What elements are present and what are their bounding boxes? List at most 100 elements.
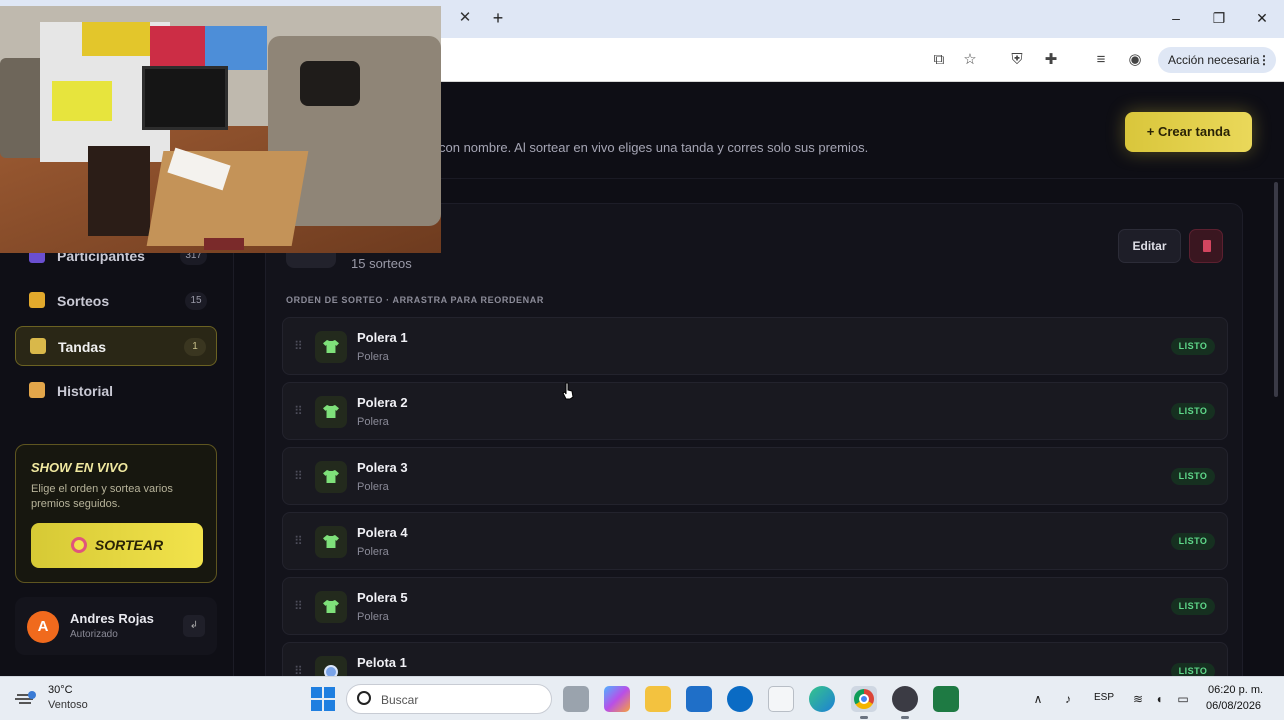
clock-time[interactable]: 06:20 p. m. (1208, 684, 1263, 696)
sidebar-item-label: Sorteos (57, 293, 110, 309)
prize-category: Polera (357, 351, 389, 363)
shirt-icon (315, 591, 347, 623)
avatar: A (27, 611, 59, 643)
tab-close-button[interactable]: ✕ (457, 10, 473, 26)
prize-row[interactable]: ⠿ Polera 3 Polera LISTO (282, 447, 1228, 505)
user-name: Andres Rojas (70, 611, 154, 626)
tanda-count: 15 sorteos (351, 256, 412, 271)
logout-button[interactable]: ↲ (183, 615, 205, 637)
stack-icon (30, 338, 46, 354)
live-show-description: Elige el orden y sortea varios premios s… (31, 483, 173, 510)
prize-row[interactable]: ⠿ Polera 1 Polera LISTO (282, 317, 1228, 375)
sidebar-item-tandas[interactable]: Tandas 1 (15, 326, 217, 366)
create-tanda-button[interactable]: + Crear tanda (1125, 112, 1252, 152)
wifi-icon[interactable]: ≋ (1130, 691, 1146, 707)
prize-row[interactable]: ⠿ Pelota 1 LISTO (282, 642, 1228, 676)
sidebar-item-label: Tandas (58, 339, 106, 355)
battery-icon[interactable]: ▭ (1175, 691, 1191, 707)
sidebar-item-sorteos[interactable]: Sorteos 15 (15, 281, 217, 321)
status-badge: LISTO (1171, 338, 1215, 355)
taskbar-search-input[interactable]: Buscar (346, 684, 552, 714)
webcam-overlay (0, 6, 441, 253)
sidebar-item-historial[interactable]: Historial (15, 371, 217, 411)
outlook-icon[interactable] (686, 686, 712, 712)
ball-icon (315, 656, 347, 676)
prize-name: Polera 4 (357, 525, 408, 540)
microphone-icon[interactable]: ♪ (1060, 691, 1076, 707)
copilot-icon[interactable] (604, 686, 630, 712)
shirt-icon (315, 331, 347, 363)
tanda-card: 15 sorteos Editar ORDEN DE SORTEO · ARRA… (265, 203, 1243, 676)
new-tab-button[interactable]: + (489, 8, 507, 28)
status-badge: LISTO (1171, 598, 1215, 615)
language-indicator[interactable]: ESP (1094, 692, 1114, 703)
prize-category: Polera (357, 481, 389, 493)
drag-handle-icon[interactable]: ⠿ (294, 404, 303, 418)
sidebar-item-count: 15 (185, 292, 207, 310)
weather-condition: Ventoso (48, 699, 88, 711)
clock-date[interactable]: 06/08/2026 (1206, 700, 1261, 712)
prize-name: Pelota 1 (357, 655, 407, 670)
search-placeholder: Buscar (381, 693, 419, 707)
windows-start-icon[interactable] (311, 687, 335, 711)
shirt-icon (315, 526, 347, 558)
prize-row[interactable]: ⠿ Polera 4 Polera LISTO (282, 512, 1228, 570)
drag-handle-icon[interactable]: ⠿ (294, 469, 303, 483)
chrome-icon[interactable] (851, 686, 877, 719)
drag-handle-icon[interactable]: ⠿ (294, 664, 303, 676)
status-badge: LISTO (1171, 468, 1215, 485)
status-badge: LISTO (1171, 403, 1215, 420)
temperature: 30°C (48, 684, 73, 696)
prize-row[interactable]: ⠿ Polera 5 Polera LISTO (282, 577, 1228, 635)
chevron-up-icon[interactable]: ∧ (1030, 691, 1046, 707)
sortear-label: SORTEAR (94, 537, 164, 553)
volume-icon[interactable]: ◖ (1151, 691, 1167, 707)
live-show-card: SHOW EN VIVO Elige el orden y sortea var… (15, 444, 217, 583)
prize-category: Polera (357, 416, 389, 428)
shirt-icon (315, 461, 347, 493)
menu-dots-icon[interactable]: ⋮ (1258, 47, 1270, 73)
taskbar: 30°C Ventoso Buscar ∧ ♪ ESP ≋ ◖ ▭ 06:20 … (0, 676, 1284, 720)
drag-handle-icon[interactable]: ⠿ (294, 599, 303, 613)
file-explorer-icon[interactable] (645, 686, 671, 712)
bookmark-star-icon[interactable]: ☆ (959, 49, 981, 71)
trash-icon (1203, 240, 1211, 252)
excel-icon[interactable] (933, 686, 959, 712)
weather-icon[interactable] (14, 689, 38, 707)
prize-category: Polera (357, 611, 389, 623)
install-app-icon[interactable]: ⧉ (928, 49, 950, 71)
edit-button[interactable]: Editar (1118, 229, 1181, 263)
prize-name: Polera 3 (357, 460, 408, 475)
prize-name: Polera 5 (357, 590, 408, 605)
prize-row[interactable]: ⠿ Polera 2 Polera LISTO (282, 382, 1228, 440)
hand-cursor-icon (562, 382, 574, 400)
search-icon (357, 691, 371, 705)
prize-name: Polera 1 (357, 330, 408, 345)
drag-handle-icon[interactable]: ⠿ (294, 339, 303, 353)
minimize-button[interactable]: – (1166, 8, 1186, 28)
status-badge: LISTO (1171, 663, 1215, 676)
scrollbar[interactable] (1274, 182, 1278, 397)
extensions-icon[interactable]: ✚ (1040, 49, 1062, 71)
shirt-icon (315, 396, 347, 428)
task-view-icon[interactable] (563, 686, 589, 712)
obs-icon[interactable] (892, 686, 918, 719)
target-icon (70, 537, 87, 553)
hp-icon[interactable] (727, 686, 753, 712)
close-window-button[interactable]: ✕ (1252, 8, 1272, 28)
action-needed-label: Acción necesaria (1168, 53, 1260, 67)
maximize-button[interactable]: ❐ (1209, 8, 1229, 28)
scroll-icon (29, 382, 45, 398)
sortear-button[interactable]: SORTEAR (31, 523, 203, 568)
notepad-icon[interactable] (768, 686, 794, 712)
shield-icon[interactable]: ⛨ (1006, 49, 1028, 71)
delete-button[interactable] (1189, 229, 1223, 263)
drag-handle-icon[interactable]: ⠿ (294, 534, 303, 548)
action-needed-button[interactable]: Acción necesaria ⋮ (1158, 47, 1276, 73)
media-control-icon[interactable]: ≡ (1090, 49, 1112, 71)
user-card: A Andres Rojas Autorizado ↲ (15, 597, 217, 655)
order-label: ORDEN DE SORTEO · ARRASTRA PARA REORDENA… (286, 295, 544, 305)
edge-icon[interactable] (809, 686, 835, 712)
profile-icon[interactable]: ◉ (1124, 49, 1146, 71)
sidebar-item-label: Historial (57, 383, 114, 399)
